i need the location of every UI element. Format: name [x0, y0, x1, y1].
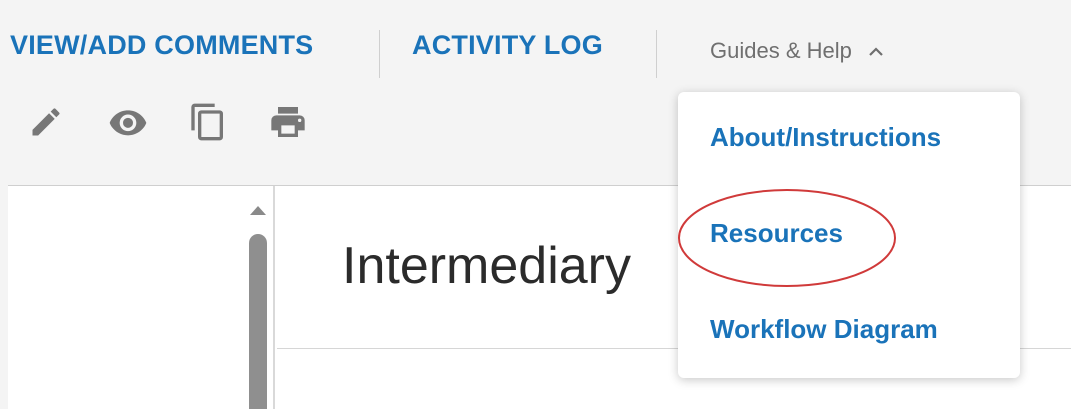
menu-item-workflow-diagram[interactable]: Workflow Diagram [710, 314, 938, 345]
printer-icon [271, 107, 305, 137]
menu-item-resources[interactable]: Resources [710, 218, 843, 249]
pencil-icon [32, 108, 60, 136]
view-button[interactable] [104, 98, 152, 146]
print-button[interactable] [264, 98, 312, 146]
tab-view-add-comments[interactable]: VIEW/ADD COMMENTS [10, 30, 313, 61]
menu-item-about-instructions[interactable]: About/Instructions [710, 122, 941, 153]
edit-button[interactable] [22, 98, 70, 146]
tab-separator [656, 30, 657, 78]
left-panel [8, 186, 273, 409]
scroll-up-arrow-icon[interactable] [250, 206, 266, 215]
guides-help-dropdown: About/Instructions Resources Workflow Di… [678, 92, 1020, 378]
guides-help-menu-button[interactable]: Guides & Help [710, 38, 884, 64]
scrollbar-thumb[interactable] [249, 234, 267, 409]
guides-help-label: Guides & Help [710, 38, 852, 63]
copy-icon [191, 103, 223, 141]
tab-separator [379, 30, 380, 78]
eye-icon [109, 110, 147, 136]
chevron-up-icon [868, 43, 884, 60]
copy-button[interactable] [184, 98, 232, 146]
tab-activity-log[interactable]: ACTIVITY LOG [412, 30, 603, 61]
